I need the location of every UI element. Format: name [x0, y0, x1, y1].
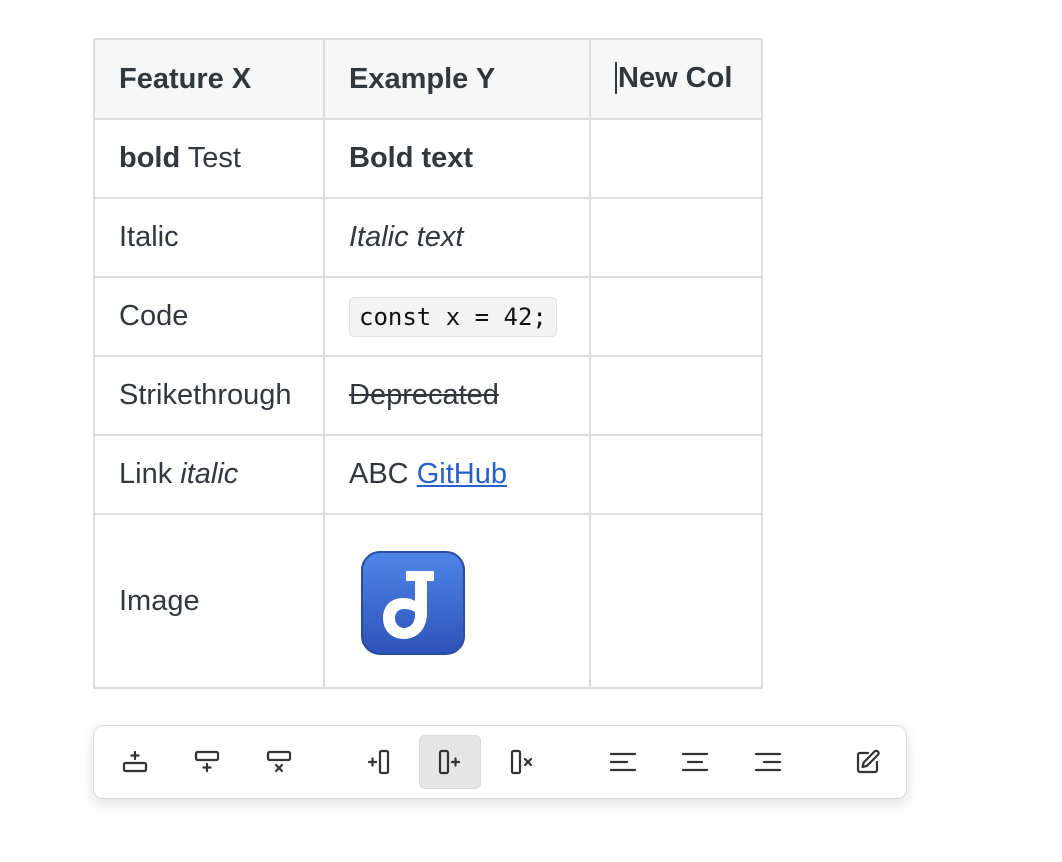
table-cell[interactable]: Strikethrough: [93, 355, 325, 436]
header-cell-active[interactable]: New Col: [589, 38, 763, 120]
table-cell-empty[interactable]: [589, 513, 763, 689]
insert-row-below-icon: [194, 750, 220, 773]
align-center-button[interactable]: [664, 735, 726, 789]
bold-text: bold: [119, 142, 181, 174]
table-header-row: Feature X Example Y New Col: [93, 38, 763, 120]
text-cursor: [615, 61, 617, 94]
table-cell[interactable]: bold Test: [93, 118, 325, 199]
table-cell[interactable]: Deprecated: [323, 355, 591, 436]
delete-row-button[interactable]: [248, 735, 310, 789]
table-row: Strikethrough Deprecated: [93, 355, 763, 436]
table-row: Link italic ABC GitHub: [93, 434, 763, 515]
align-center-icon: [681, 752, 709, 772]
table-cell[interactable]: Image: [93, 513, 325, 689]
align-right-button[interactable]: [737, 735, 799, 789]
insert-row-above-button[interactable]: [104, 735, 166, 789]
table-cell-empty[interactable]: [589, 355, 763, 436]
markdown-table: Feature X Example Y New Col bold Test Bo…: [93, 38, 763, 689]
table-cell-empty[interactable]: [589, 197, 763, 278]
align-right-icon: [754, 752, 782, 772]
table-cell[interactable]: Italic: [93, 197, 325, 278]
cell-text: Link: [119, 458, 173, 490]
cell-text: ABC: [349, 458, 409, 490]
table-row: Code const x = 42;: [93, 276, 763, 357]
table-cell-empty[interactable]: [589, 276, 763, 357]
edit-button[interactable]: [837, 735, 899, 789]
table-cell[interactable]: ABC GitHub: [323, 434, 591, 515]
align-left-icon: [609, 752, 637, 772]
table-row: Image: [93, 513, 763, 689]
italic-text: italic: [180, 458, 239, 490]
github-link[interactable]: GitHub: [417, 458, 507, 490]
insert-column-right-icon: [438, 749, 461, 775]
insert-row-below-button[interactable]: [176, 735, 238, 789]
cell-text: Test: [180, 142, 241, 174]
header-cell-label: New Col: [618, 62, 733, 95]
header-cell[interactable]: Example Y: [323, 38, 591, 120]
strikethrough-text: Deprecated: [349, 379, 499, 411]
table-toolbar: [93, 725, 907, 799]
table-cell-empty[interactable]: [589, 118, 763, 199]
header-cell[interactable]: Feature X: [93, 38, 325, 120]
table-cell[interactable]: Italic text: [323, 197, 591, 278]
table-cell[interactable]: Code: [93, 276, 325, 357]
bold-text: Bold text: [349, 142, 474, 174]
delete-row-icon: [266, 750, 292, 773]
italic-text: Italic text: [349, 221, 464, 253]
table-cell-empty[interactable]: [589, 434, 763, 515]
table-cell[interactable]: Bold text: [323, 118, 591, 199]
delete-column-button[interactable]: [491, 735, 553, 789]
edit-icon: [856, 749, 880, 774]
insert-column-left-button[interactable]: [348, 735, 410, 789]
insert-column-right-button[interactable]: [419, 735, 481, 789]
delete-column-icon: [510, 749, 533, 775]
insert-column-left-icon: [367, 749, 390, 775]
align-left-button[interactable]: [592, 735, 654, 789]
joplin-logo-icon: [361, 551, 465, 655]
table-row: bold Test Bold text: [93, 118, 763, 199]
table-cell[interactable]: Link italic: [93, 434, 325, 515]
insert-row-above-icon: [122, 750, 148, 773]
table-cell[interactable]: [323, 513, 591, 689]
inline-code: const x = 42;: [349, 297, 557, 337]
table-cell[interactable]: const x = 42;: [323, 276, 591, 357]
table-row: Italic Italic text: [93, 197, 763, 278]
